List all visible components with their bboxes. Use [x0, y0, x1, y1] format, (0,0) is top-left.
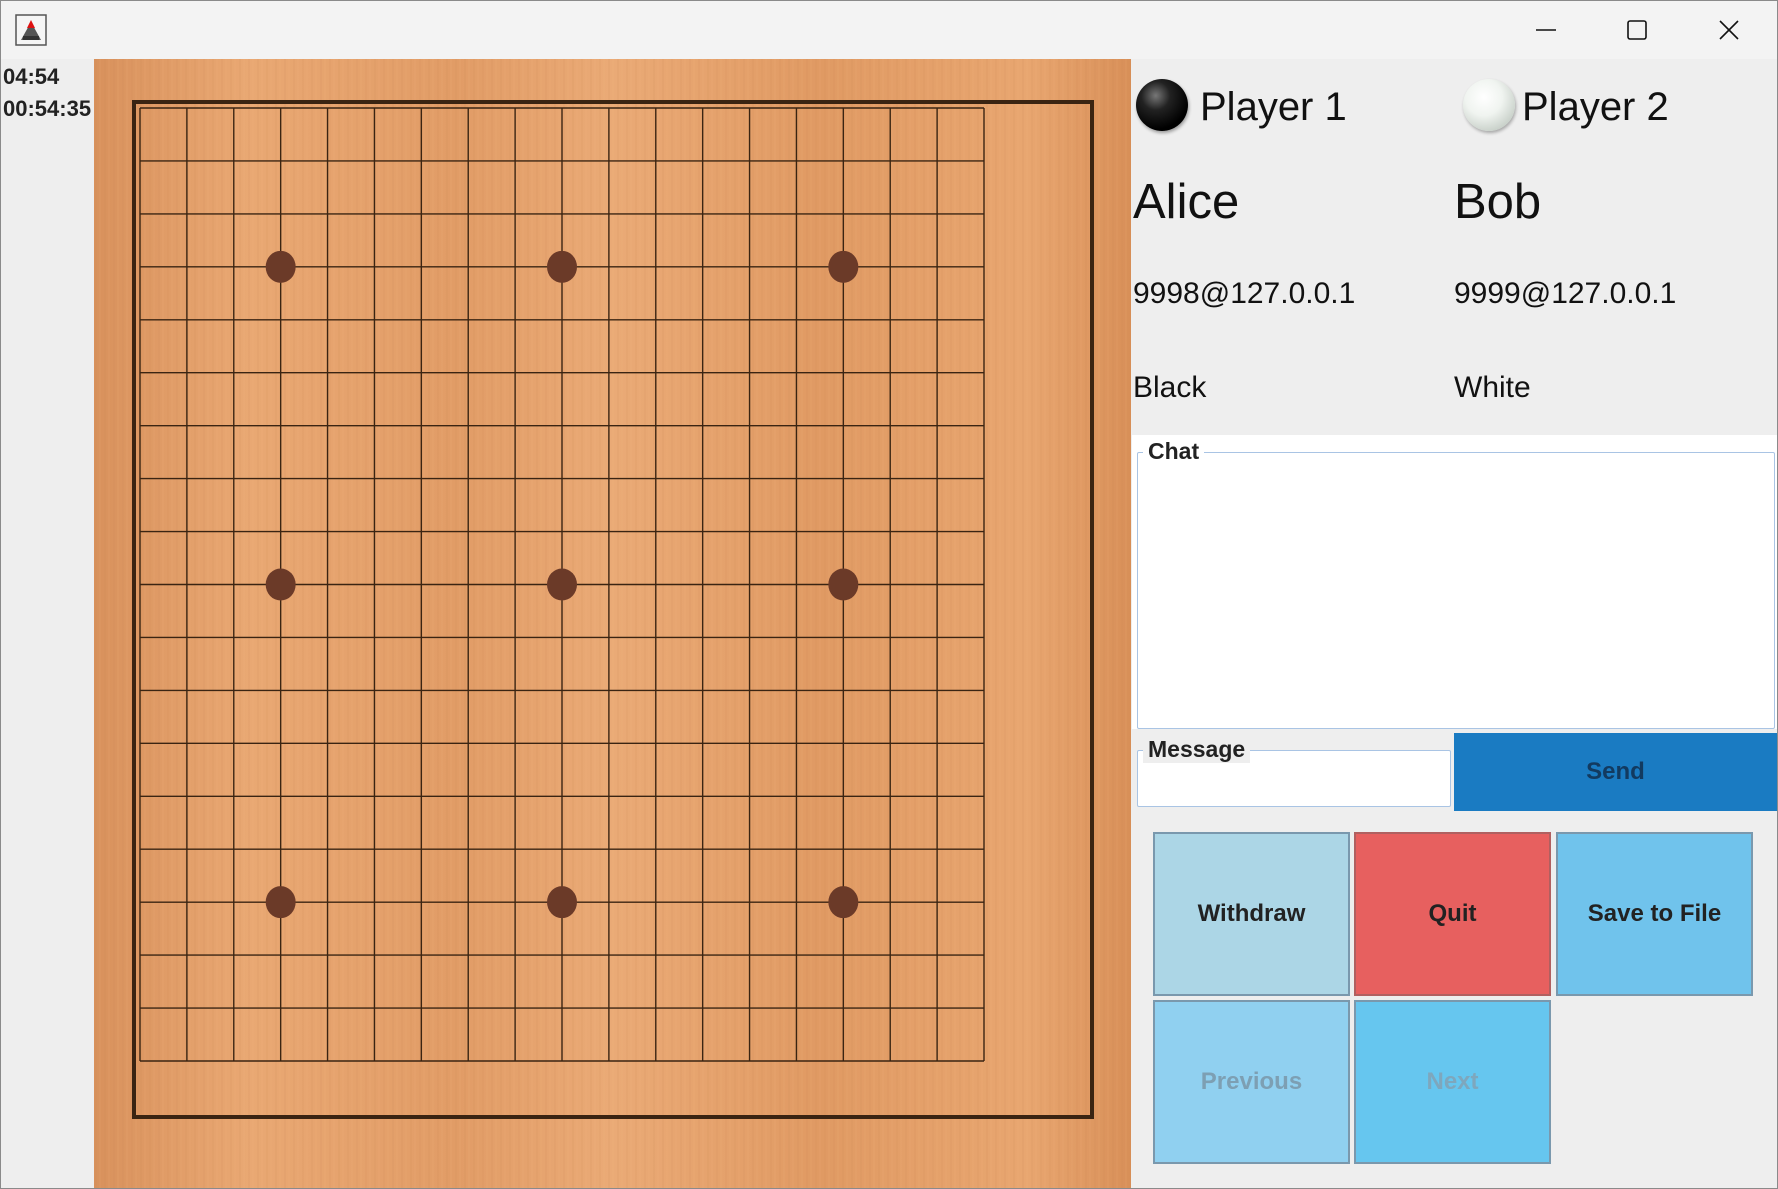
star-point: [547, 886, 577, 919]
java-app-icon[interactable]: [15, 14, 47, 46]
star-point: [265, 568, 296, 601]
chat-log[interactable]: [1137, 452, 1775, 729]
player1-label: Player 1: [1200, 85, 1347, 129]
minimize-icon[interactable]: [1500, 1, 1592, 59]
quit-button[interactable]: Quit: [1354, 832, 1551, 996]
player1-name: Alice: [1133, 175, 1240, 229]
star-point: [828, 886, 859, 919]
star-point: [828, 250, 859, 283]
withdraw-button[interactable]: Withdraw: [1153, 832, 1350, 996]
star-point: [265, 886, 296, 919]
player2-name: Bob: [1454, 175, 1542, 229]
move-timer: 04:54: [3, 64, 60, 89]
go-board[interactable]: [94, 59, 1131, 1188]
black-stone-icon: [1136, 79, 1188, 131]
title-bar: [1, 1, 1777, 59]
chat-title: Chat: [1143, 438, 1205, 465]
white-stone-icon: [1463, 79, 1515, 131]
player1-color: Black: [1133, 371, 1207, 404]
player2-address: 9999@127.0.0.1: [1454, 277, 1677, 310]
star-point: [828, 568, 859, 601]
save-to-file-button[interactable]: Save to File: [1556, 832, 1753, 996]
send-button[interactable]: Send: [1454, 733, 1777, 811]
previous-button[interactable]: Previous: [1153, 1000, 1350, 1164]
total-timer: 00:54:35: [3, 96, 92, 121]
close-icon[interactable]: [1683, 1, 1775, 59]
next-button[interactable]: Next: [1354, 1000, 1551, 1164]
player2-label: Player 2: [1522, 85, 1669, 129]
star-point: [547, 568, 577, 601]
maximize-icon[interactable]: [1591, 1, 1683, 59]
player2-color: White: [1454, 371, 1531, 404]
game-window: 04:54 00:54:35 Player 1 Player 2 Alice B…: [0, 0, 1778, 1189]
star-point: [265, 250, 296, 283]
message-title: Message: [1143, 736, 1251, 763]
star-point: [547, 250, 577, 283]
player1-address: 9998@127.0.0.1: [1133, 277, 1356, 310]
